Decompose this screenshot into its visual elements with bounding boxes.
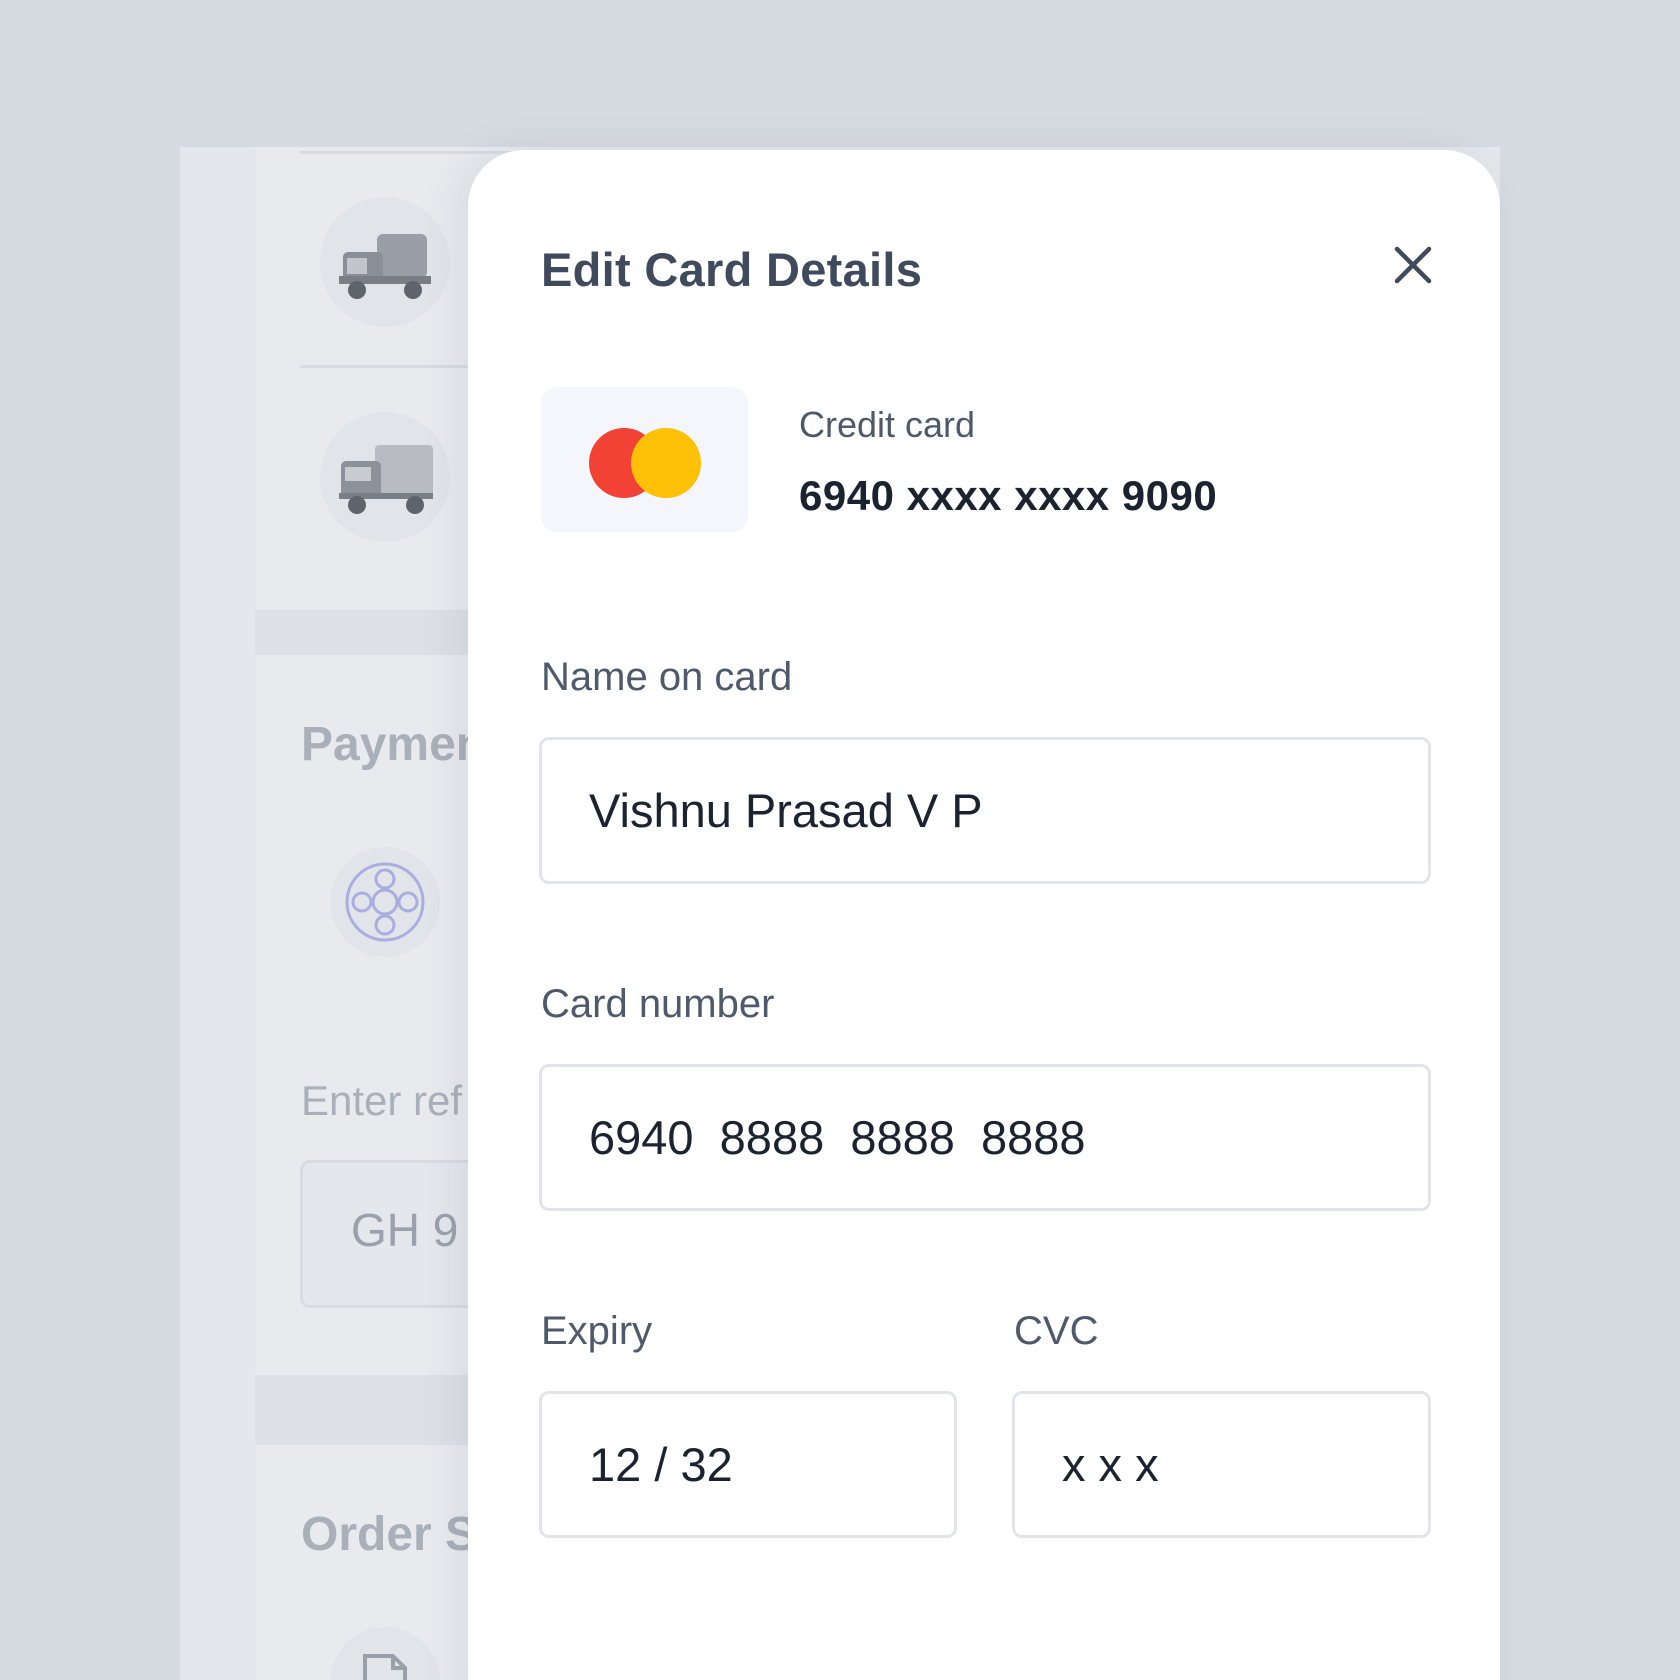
expiry-field[interactable]: 12 / 32 (539, 1391, 957, 1538)
name-on-card-value: Vishnu Prasad V P (589, 784, 983, 837)
name-on-card-label: Name on card (541, 655, 793, 699)
truck-icon (339, 234, 431, 299)
provider-logo-icon (345, 862, 425, 942)
screen: Paymen Enter ref GH 9 Order S $ (0, 0, 1680, 1680)
card-type-label: Credit card (799, 404, 976, 445)
name-on-card-field[interactable]: Vishnu Prasad V P (539, 737, 1431, 884)
modal-title: Edit Card Details (541, 243, 923, 296)
cvc-field[interactable]: x x x (1012, 1391, 1431, 1538)
edit-card-modal: Edit Card Details Credit card 6940 xxxx … (468, 150, 1500, 1680)
card-number-label: Card number (541, 982, 775, 1026)
close-button[interactable] (1388, 240, 1438, 290)
box-truck-icon (339, 445, 433, 514)
cvc-label: CVC (1014, 1309, 1099, 1353)
cvc-value: x x x (1062, 1438, 1159, 1491)
background-reference-value: GH 9 (351, 1204, 459, 1256)
close-icon[interactable] (1388, 240, 1438, 290)
mastercard-logo (589, 428, 701, 498)
background-reference-label: Enter ref (301, 1077, 463, 1124)
background-order-heading: Order S (301, 1508, 478, 1561)
truck-thumbnail-2 (320, 412, 450, 542)
card-number-field[interactable]: 6940 8888 8888 8888 (539, 1064, 1431, 1211)
background-payment-heading: Paymen (301, 718, 486, 771)
invoice-icon: $ (363, 1654, 407, 1680)
truck-thumbnail-1 (320, 197, 450, 327)
expiry-value: 12 / 32 (589, 1438, 733, 1491)
card-number-value: 6940 8888 8888 8888 (589, 1111, 1086, 1164)
provider-thumbnail (330, 847, 440, 957)
expiry-label: Expiry (541, 1309, 653, 1353)
masked-card-number: 6940 xxxx xxxx 9090 (799, 472, 1218, 519)
card-logo-box (541, 387, 748, 532)
